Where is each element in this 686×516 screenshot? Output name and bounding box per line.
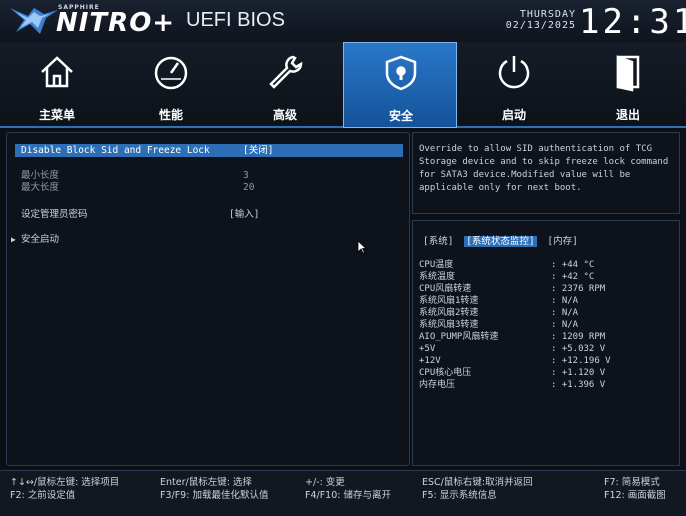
monitor-value: : +44 °C (551, 260, 595, 270)
power-icon (498, 56, 530, 89)
key-hint-select: Enter/鼠标左键: 选择 (160, 477, 252, 488)
tab-label: 启动 (501, 108, 526, 122)
monitor-key: 系统风扇2转速 (419, 308, 479, 318)
date-display: THURSDAY 02/13/2025 (492, 9, 576, 31)
key-hint-select-item: ↑↓↔/鼠标左键: 选择项目 (10, 477, 120, 488)
monitor-tab-system[interactable]: [系统] (423, 236, 453, 247)
monitor-key: 系统风扇3转速 (419, 320, 479, 330)
exit-door-icon (616, 55, 640, 92)
bios-title: UEFI BIOS (186, 9, 285, 31)
setting-row-sid-freeze-lock[interactable]: Disable Block Sid and Freeze Lock [关闭] (15, 144, 403, 157)
wrench-icon (269, 55, 303, 89)
key-hint-change: +/-: 变更 (305, 477, 345, 488)
monitor-key: AIO_PUMP风扇转速 (419, 332, 499, 342)
tab-advanced[interactable]: 高级 (228, 42, 342, 128)
monitor-key: CPU温度 (419, 260, 454, 270)
key-hint-easy-mode: F7: 简易模式 (604, 477, 660, 488)
monitor-value: : +1.120 V (551, 368, 606, 378)
speedometer-icon (154, 56, 188, 90)
shield-lock-icon (385, 55, 417, 91)
monitor-value: : N/A (551, 308, 579, 318)
monitor-key: +5V (419, 344, 436, 354)
monitor-key: CPU风扇转速 (419, 284, 472, 294)
monitor-tab-memory[interactable]: [内存] (547, 236, 577, 247)
key-hint-previous-values: F2: 之前设定值 (10, 490, 76, 501)
bios-header: SAPPHIRE NITRO+ UEFI BIOS THURSDAY 02/13… (0, 0, 686, 42)
key-hint-save-exit: F4/F10: 储存与离开 (305, 490, 391, 501)
monitor-value: : N/A (551, 296, 579, 306)
monitor-key: 系统温度 (419, 272, 456, 282)
home-icon (41, 56, 73, 88)
help-panel: Override to allow SID authentication of … (412, 132, 680, 214)
setting-name: 最大长度 (21, 182, 60, 193)
tab-label: 性能 (158, 108, 183, 122)
key-hint-cancel-back: ESC/鼠标右键:取消并返回 (422, 477, 533, 488)
setting-name: 安全启动 (21, 234, 60, 245)
setting-row-admin-password[interactable]: 设定管理员密码 [输入] (15, 208, 403, 221)
monitor-key: 系统风扇1转速 (419, 296, 479, 306)
setting-value[interactable]: [输入] (229, 208, 259, 221)
tab-security[interactable]: 安全 (343, 42, 457, 128)
monitor-value: : +1.396 V (551, 380, 606, 390)
monitor-value: : 1209 RPM (551, 332, 606, 342)
date-text: 02/13/2025 (505, 20, 576, 31)
monitor-value: : N/A (551, 320, 579, 330)
monitor-value: : +12.196 V (551, 356, 611, 366)
key-help-footer: ↑↓↔/鼠标左键: 选择项目 F2: 之前设定值 Enter/鼠标左键: 选择 … (0, 470, 686, 516)
weekday-text: THURSDAY (519, 9, 576, 20)
monitor-value: : +5.032 V (551, 344, 606, 354)
tab-label: 高级 (272, 108, 297, 122)
tab-main[interactable]: 主菜单 (0, 42, 114, 128)
tab-label: 主菜单 (38, 108, 75, 122)
setting-value: 20 (243, 182, 255, 193)
mouse-pointer-icon (357, 240, 367, 254)
monitor-value: : +42 °C (551, 272, 595, 282)
monitor-tab-bar: [系统] [系统状态监控] [内存] (423, 233, 583, 247)
tab-label: 退出 (615, 108, 640, 122)
main-tab-bar: 主菜单 性能 高级 安全 启动 退出 (0, 42, 686, 128)
monitor-key: CPU核心电压 (419, 368, 472, 378)
brand-logo-text: NITRO+ (56, 8, 176, 38)
key-hint-screenshot: F12: 画面截图 (604, 490, 666, 501)
setting-name: Disable Block Sid and Freeze Lock (21, 145, 210, 156)
key-hint-load-defaults: F3/F9: 加载最佳化默认值 (160, 490, 269, 501)
tab-performance[interactable]: 性能 (114, 42, 228, 128)
tab-label: 安全 (388, 109, 413, 123)
monitor-tab-status[interactable]: [系统状态监控] (464, 236, 537, 247)
help-text: Override to allow SID authentication of … (419, 144, 669, 193)
setting-name: 设定管理员密码 (21, 209, 88, 220)
tab-exit[interactable]: 退出 (571, 42, 685, 128)
clock-display: 12:31 (579, 2, 686, 42)
submenu-arrow-icon: ▶ (11, 235, 16, 244)
monitor-key: 内存电压 (419, 380, 456, 390)
setting-row-max-length: 最大长度 20 (15, 181, 403, 194)
hardware-monitor-panel: [系统] [系统状态监控] [内存] CPU温度 : +44 °C 系统温度 : +… (412, 220, 680, 466)
key-hint-system-info: F5: 显示系统信息 (422, 490, 497, 501)
monitor-value: : 2376 RPM (551, 284, 606, 294)
setting-value[interactable]: [关闭] (243, 144, 273, 157)
monitor-key: +12V (419, 356, 441, 366)
setting-row-secure-boot[interactable]: ▶ 安全启动 (11, 233, 403, 246)
settings-panel: Disable Block Sid and Freeze Lock [关闭] 最… (6, 132, 410, 466)
tab-boot[interactable]: 启动 (457, 42, 571, 128)
